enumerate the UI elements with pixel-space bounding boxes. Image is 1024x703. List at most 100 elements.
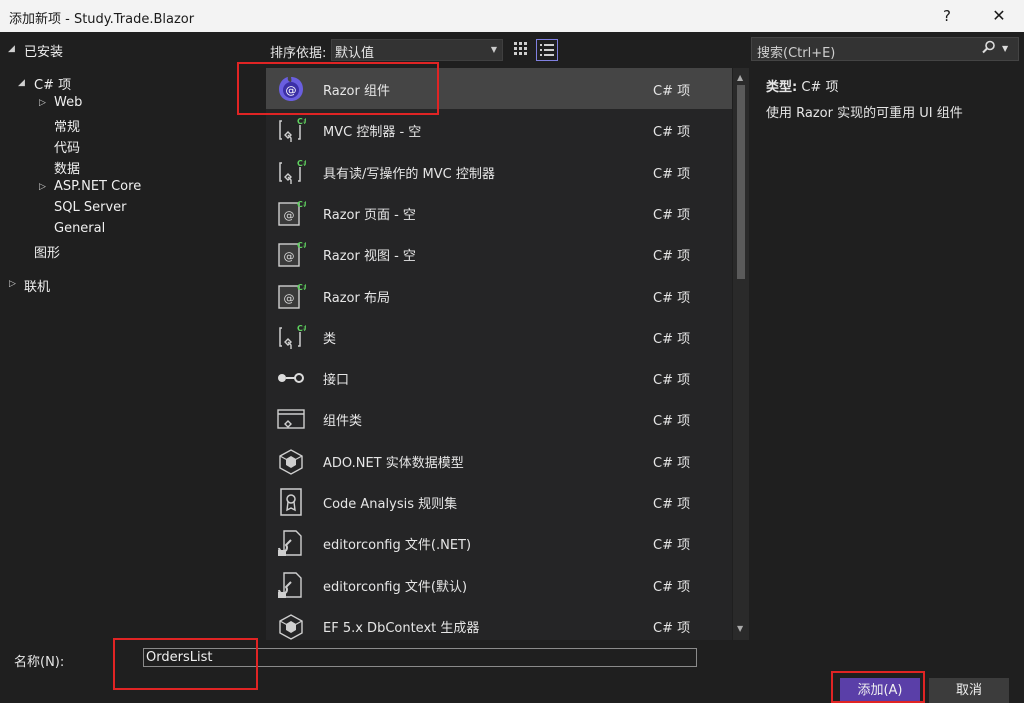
window-title: 添加新项 - Study.Trade.Blazor	[9, 12, 195, 27]
template-row[interactable]: EF 5.x DbContext 生成器 C# 项	[266, 605, 732, 640]
tree-item-aspnet[interactable]: ASP.NET Core	[54, 179, 141, 194]
component-class-icon	[276, 404, 306, 434]
template-name: Razor 视图 - 空	[323, 249, 416, 265]
name-input[interactable]	[143, 648, 697, 667]
scroll-down-icon[interactable]: ▼	[737, 624, 743, 633]
template-name: editorconfig 文件(.NET)	[323, 538, 472, 554]
template-name: ADO.NET 实体数据模型	[323, 455, 464, 471]
search-options-chevron-icon[interactable]: ▼	[1002, 44, 1008, 53]
tree-item-online[interactable]: 联机	[24, 276, 50, 295]
sort-value: 默认值	[335, 46, 375, 61]
template-name: 具有读/写操作的 MVC 控制器	[323, 166, 495, 182]
csharp-class-icon	[276, 157, 306, 187]
expand-triangle-icon[interactable]: ◢	[18, 78, 25, 88]
template-row[interactable]: 接口 C# 项	[266, 357, 732, 398]
template-name: 接口	[323, 373, 350, 389]
template-row[interactable]: editorconfig 文件(默认) C# 项	[266, 564, 732, 605]
template-row[interactable]: Razor 页面 - 空 C# 项	[266, 192, 732, 233]
info-type-value: C# 项	[801, 80, 839, 95]
sort-label: 排序依据:	[270, 46, 327, 61]
tree-item-data[interactable]: 数据	[54, 158, 80, 177]
template-list-scrollbar[interactable]: ▲ ▼	[733, 68, 749, 640]
template-name: 组件类	[323, 414, 363, 430]
info-description: 使用 Razor 实现的可重用 UI 组件	[766, 106, 963, 121]
razor-page-icon	[276, 198, 306, 228]
template-row[interactable]: editorconfig 文件(.NET) C# 项	[266, 522, 732, 563]
template-row[interactable]: Razor 组件 C# 项	[266, 68, 732, 109]
entity-model-icon	[276, 446, 306, 476]
editorconfig-icon	[276, 570, 306, 600]
search-placeholder: 搜索(Ctrl+E)	[757, 46, 836, 61]
sort-dropdown[interactable]: 默认值 ▼	[331, 39, 503, 61]
template-language: C# 项	[653, 538, 691, 554]
scroll-up-icon[interactable]: ▲	[737, 73, 743, 82]
template-name: editorconfig 文件(默认)	[323, 579, 468, 595]
collapse-triangle-icon[interactable]: ▷	[39, 182, 46, 192]
scroll-thumb[interactable]	[737, 85, 745, 279]
template-name: Razor 组件	[323, 84, 390, 99]
chevron-down-icon: ▼	[490, 45, 497, 54]
template-list[interactable]: Razor 组件 C# 项 MVC 控制器 - 空 C# 项具有读/写操作的 MVC …	[266, 68, 732, 640]
razor-page-icon	[276, 239, 306, 269]
expand-triangle-icon[interactable]: ◢	[8, 44, 15, 54]
razor-component-icon	[276, 74, 306, 104]
csharp-class-icon	[276, 322, 306, 352]
template-name: MVC 控制器 - 空	[323, 125, 422, 141]
template-language: C# 项	[653, 497, 691, 512]
editorconfig-icon	[276, 528, 306, 558]
csharp-class-icon	[276, 115, 306, 145]
tree-item-installed[interactable]: 已安装	[24, 41, 63, 60]
template-name: 类	[323, 331, 337, 347]
template-language: C# 项	[653, 249, 691, 265]
tree-item-web[interactable]: Web	[54, 95, 82, 110]
title-bar: 添加新项 - Study.Trade.Blazor ? ✕	[0, 0, 1024, 32]
template-language: C# 项	[653, 166, 691, 182]
template-name: Code Analysis 规则集	[323, 497, 458, 512]
collapse-triangle-icon[interactable]: ▷	[9, 279, 16, 289]
template-row[interactable]: Code Analysis 规则集 C# 项	[266, 481, 732, 522]
cancel-button[interactable]: 取消	[929, 678, 1009, 703]
template-language: C# 项	[653, 455, 691, 471]
template-language: C# 项	[653, 84, 691, 99]
entity-model-icon	[276, 611, 306, 640]
grid-view-button[interactable]	[510, 39, 532, 61]
search-icon[interactable]	[982, 40, 996, 58]
info-type-label: 类型:	[766, 80, 798, 95]
template-language: C# 项	[653, 125, 691, 141]
close-button[interactable]: ✕	[984, 0, 1014, 32]
template-row[interactable]: Razor 布局 C# 项	[266, 275, 732, 316]
template-language: C# 项	[653, 620, 691, 636]
grid-view-icon	[514, 42, 527, 55]
razor-page-icon	[276, 281, 306, 311]
template-row[interactable]: ADO.NET 实体数据模型 C# 项	[266, 440, 732, 481]
add-button[interactable]: 添加(A)	[840, 678, 920, 703]
help-button[interactable]: ?	[932, 0, 962, 32]
template-language: C# 项	[653, 290, 691, 306]
tree-item-sql[interactable]: SQL Server	[54, 200, 127, 215]
tree-item-code[interactable]: 代码	[54, 137, 80, 156]
ruleset-icon	[276, 487, 306, 517]
template-row[interactable]: Razor 视图 - 空 C# 项	[266, 233, 732, 274]
template-language: C# 项	[653, 579, 691, 595]
template-row[interactable]: 具有读/写操作的 MVC 控制器 C# 项	[266, 151, 732, 192]
interface-icon	[276, 363, 306, 393]
template-name: EF 5.x DbContext 生成器	[323, 620, 480, 636]
template-language: C# 项	[653, 331, 691, 347]
tree-item-graphics[interactable]: 图形	[34, 242, 60, 261]
list-view-button[interactable]	[536, 39, 558, 61]
template-row[interactable]: MVC 控制器 - 空 C# 项	[266, 109, 732, 150]
template-name: Razor 页面 - 空	[323, 207, 416, 223]
tree-item-general[interactable]: General	[54, 221, 105, 236]
collapse-triangle-icon[interactable]: ▷	[39, 98, 46, 108]
template-language: C# 项	[653, 207, 691, 223]
template-language: C# 项	[653, 414, 691, 430]
template-row[interactable]: 组件类 C# 项	[266, 398, 732, 439]
tree-item-csharp[interactable]: C# 项	[34, 74, 71, 93]
template-row[interactable]: 类 C# 项	[266, 316, 732, 357]
list-view-icon	[540, 44, 554, 56]
template-name: Razor 布局	[323, 290, 390, 306]
search-box[interactable]: 搜索(Ctrl+E) ▼	[751, 37, 1019, 61]
template-language: C# 项	[653, 373, 691, 389]
info-type: 类型: C# 项	[766, 76, 838, 95]
tree-item-general-cn[interactable]: 常规	[54, 116, 80, 135]
